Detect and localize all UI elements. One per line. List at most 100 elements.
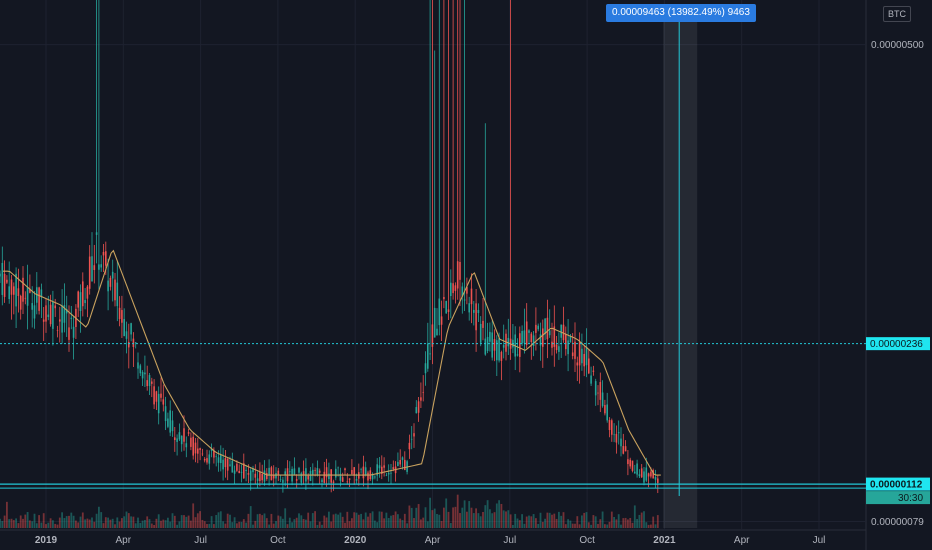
volume-bar (344, 522, 346, 528)
candle-body (535, 324, 537, 333)
candle-body (413, 433, 415, 437)
volume-bar (590, 524, 592, 528)
volume-bar (447, 511, 450, 528)
candle-body (229, 464, 231, 466)
candle-body (1, 262, 4, 295)
volume-bar (482, 511, 484, 528)
volume-bar (610, 511, 613, 528)
volume-bar (309, 521, 312, 528)
candle-body (222, 459, 224, 470)
volume-bar (15, 518, 17, 528)
volume-bar (42, 513, 45, 528)
volume-bar (500, 503, 503, 528)
volume-bar (70, 512, 73, 528)
volume-bar (132, 516, 135, 528)
candle-body (325, 467, 328, 478)
candle-body (624, 446, 627, 452)
candle-body (157, 393, 160, 414)
candle-body (440, 316, 443, 325)
moving-average (3, 249, 661, 476)
volume-bar (102, 523, 105, 528)
volume-bar (178, 521, 181, 528)
candle-body (208, 454, 211, 464)
volume-bar (12, 520, 15, 528)
volume-bar (1, 521, 4, 528)
volume-bar (229, 514, 231, 528)
candle-body (17, 288, 20, 296)
volume-bar (348, 521, 351, 528)
volume-bar (574, 523, 576, 528)
volume-bar (546, 512, 549, 528)
candle-body (477, 309, 480, 314)
volume-bar (489, 509, 491, 528)
volume-bar (206, 524, 208, 528)
candle-body (256, 478, 259, 481)
candle-body (277, 470, 280, 476)
volume-bar (302, 518, 305, 528)
price-chart[interactable]: 0.000021030.000016620.000013840.00001082… (0, 0, 932, 550)
candle-body (567, 340, 569, 355)
volume-bar (387, 518, 390, 528)
candle-body (185, 443, 188, 448)
volume-bar (288, 517, 291, 528)
volume-bar (622, 518, 625, 528)
volume-bar (629, 517, 632, 528)
candle-body (91, 256, 93, 282)
volume-bar (282, 518, 284, 528)
price-tick-label: 0.00000500 (871, 40, 924, 51)
candle-body (217, 457, 220, 463)
volume-bar (443, 507, 445, 528)
volume-bar (371, 511, 374, 528)
volume-bar (201, 519, 204, 528)
volume-bar (29, 520, 31, 528)
volume-bar (454, 506, 457, 528)
volume-bar (399, 518, 402, 528)
candle-body (498, 338, 500, 361)
candle-body (438, 298, 441, 326)
volume-bar (509, 514, 512, 528)
candle-body (613, 434, 615, 436)
candle-body (604, 405, 606, 414)
candle-body (279, 479, 282, 480)
volume-bar (551, 514, 553, 528)
candle-body (387, 472, 390, 475)
candle-body (470, 288, 473, 305)
candle-body (378, 465, 381, 469)
candle-body (128, 341, 130, 348)
candle-body (328, 473, 330, 480)
volume-bar (357, 514, 360, 528)
measure-badge: 0.00009463 (13982.49%) 9463 (606, 4, 756, 22)
candle-body (657, 478, 659, 483)
volume-bar (249, 506, 252, 528)
volume-bar (406, 523, 408, 528)
currency-badge[interactable]: BTC (883, 6, 911, 22)
volume-bar (498, 500, 500, 528)
candle-body (144, 372, 146, 375)
candle-body (171, 420, 174, 432)
candle-body (206, 458, 208, 463)
candle-body (236, 463, 238, 471)
volume-bar (415, 507, 418, 528)
volume-bar (472, 513, 475, 528)
candle-body (240, 471, 243, 473)
candle-body (231, 460, 234, 473)
volume-bar (167, 517, 169, 528)
time-tick-label: Jul (194, 535, 207, 546)
candle-body (180, 435, 183, 445)
price-axis[interactable]: 0.000050000.000045000.000040000.00003500… (871, 0, 924, 528)
volume-bar (199, 511, 201, 528)
candle-body (346, 481, 349, 483)
candle-body (408, 442, 411, 450)
volume-bar (433, 508, 436, 528)
projection-band (663, 22, 698, 528)
volume-bar (461, 507, 464, 528)
time-axis[interactable]: 2019 Apr Jul Oct 2020 Apr Jul Oct 2021 Apr Jul (35, 535, 826, 546)
volume-bar (137, 517, 139, 528)
volume-bar (426, 521, 429, 528)
candle-body (192, 436, 194, 456)
volume-bar (449, 523, 452, 528)
candle-body (367, 472, 369, 481)
volume-bar (183, 515, 185, 528)
candle-body (353, 467, 355, 476)
volume-bar (40, 522, 43, 528)
